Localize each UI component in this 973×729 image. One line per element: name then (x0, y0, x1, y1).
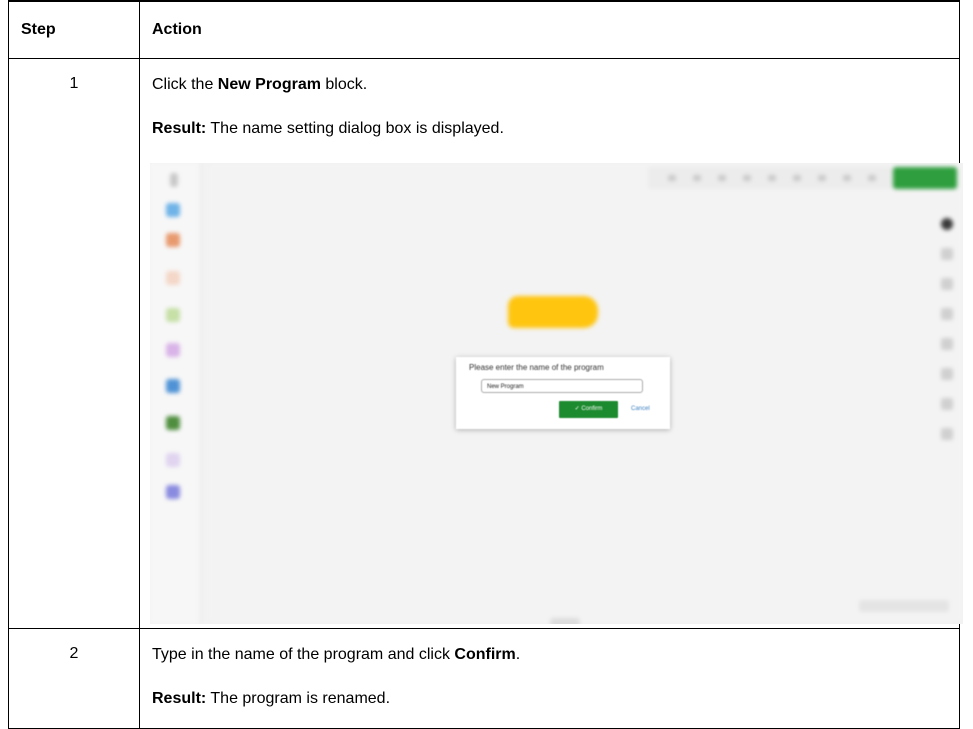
result-label: Result: (152, 120, 207, 137)
palette-icon (166, 271, 180, 285)
rail-icon (941, 248, 953, 260)
screenshot-image: Please enter the name of the program New… (150, 163, 963, 624)
result-description: The program is renamed. (206, 690, 391, 707)
toolbar-icon (768, 175, 776, 181)
confirm-button: ✓ Confirm (559, 401, 618, 418)
instruction-post: . (515, 646, 521, 663)
toolbar-icon (693, 175, 701, 181)
upload-button (893, 167, 957, 189)
step-number: 2 (8, 628, 140, 729)
cancel-button: Cancel (631, 406, 650, 412)
palette-icon (166, 453, 180, 467)
toolbar-icon (718, 175, 726, 181)
rail-icon (941, 368, 953, 380)
step-column-header: Step (8, 0, 140, 59)
result-label: Result: (152, 690, 207, 707)
toolbar-icon (668, 175, 676, 181)
step-number: 1 (8, 58, 140, 629)
back-arrow-icon (170, 173, 178, 187)
program-name-input: New Program (481, 379, 643, 393)
instruction-bold: New Program (217, 76, 321, 93)
block-palette-sidebar (150, 163, 201, 624)
palette-icon (166, 416, 180, 430)
rail-icon (941, 308, 953, 320)
instruction-text: Click the New Program block. (152, 75, 947, 94)
instruction-bold: Confirm (454, 646, 516, 663)
name-dialog: Please enter the name of the program New… (456, 357, 670, 429)
steps-table: Step Action 1 Click the New Program bloc… (8, 0, 963, 729)
toolbar-icon (843, 175, 851, 181)
palette-icon (166, 379, 180, 393)
result-text: Result: The name setting dialog box is d… (152, 119, 947, 138)
action-cell: Click the New Program block. Result: The… (139, 58, 963, 629)
toolbar-icon (793, 175, 801, 181)
palette-icon (166, 233, 180, 247)
instruction-post: block. (320, 76, 368, 93)
action-cell: Type in the name of the program and clic… (139, 628, 960, 729)
result-description: The name setting dialog box is displayed… (206, 120, 504, 137)
rail-icon (941, 398, 953, 410)
palette-icon (166, 485, 180, 499)
rail-icon (941, 338, 953, 350)
rail-icon (941, 278, 953, 290)
editor-toolbar (648, 167, 893, 189)
table-row: 1 Click the New Program block. Result: T… (8, 58, 963, 629)
result-text: Result: The program is renamed. (152, 689, 947, 708)
new-program-block (508, 296, 598, 328)
rail-icon (941, 428, 953, 440)
instruction-text: Type in the name of the program and clic… (152, 645, 947, 664)
dialog-title: Please enter the name of the program (469, 363, 604, 372)
rail-icon (941, 218, 953, 230)
instruction-pre: Type in the name of the program and clic… (152, 646, 455, 663)
palette-icon (166, 343, 180, 357)
instruction-pre: Click the (152, 76, 218, 93)
palette-icon (166, 308, 180, 322)
toolbar-icon (743, 175, 751, 181)
zoom-controls (859, 600, 949, 612)
toolbar-icon (868, 175, 876, 181)
toolbar-icon (818, 175, 826, 181)
table-row: 2 Type in the name of the program and cl… (8, 628, 960, 729)
palette-icon (166, 203, 180, 217)
action-column-header: Action (139, 0, 960, 59)
header-row: Step Action (8, 0, 960, 59)
bottom-panel-tab (550, 618, 580, 624)
